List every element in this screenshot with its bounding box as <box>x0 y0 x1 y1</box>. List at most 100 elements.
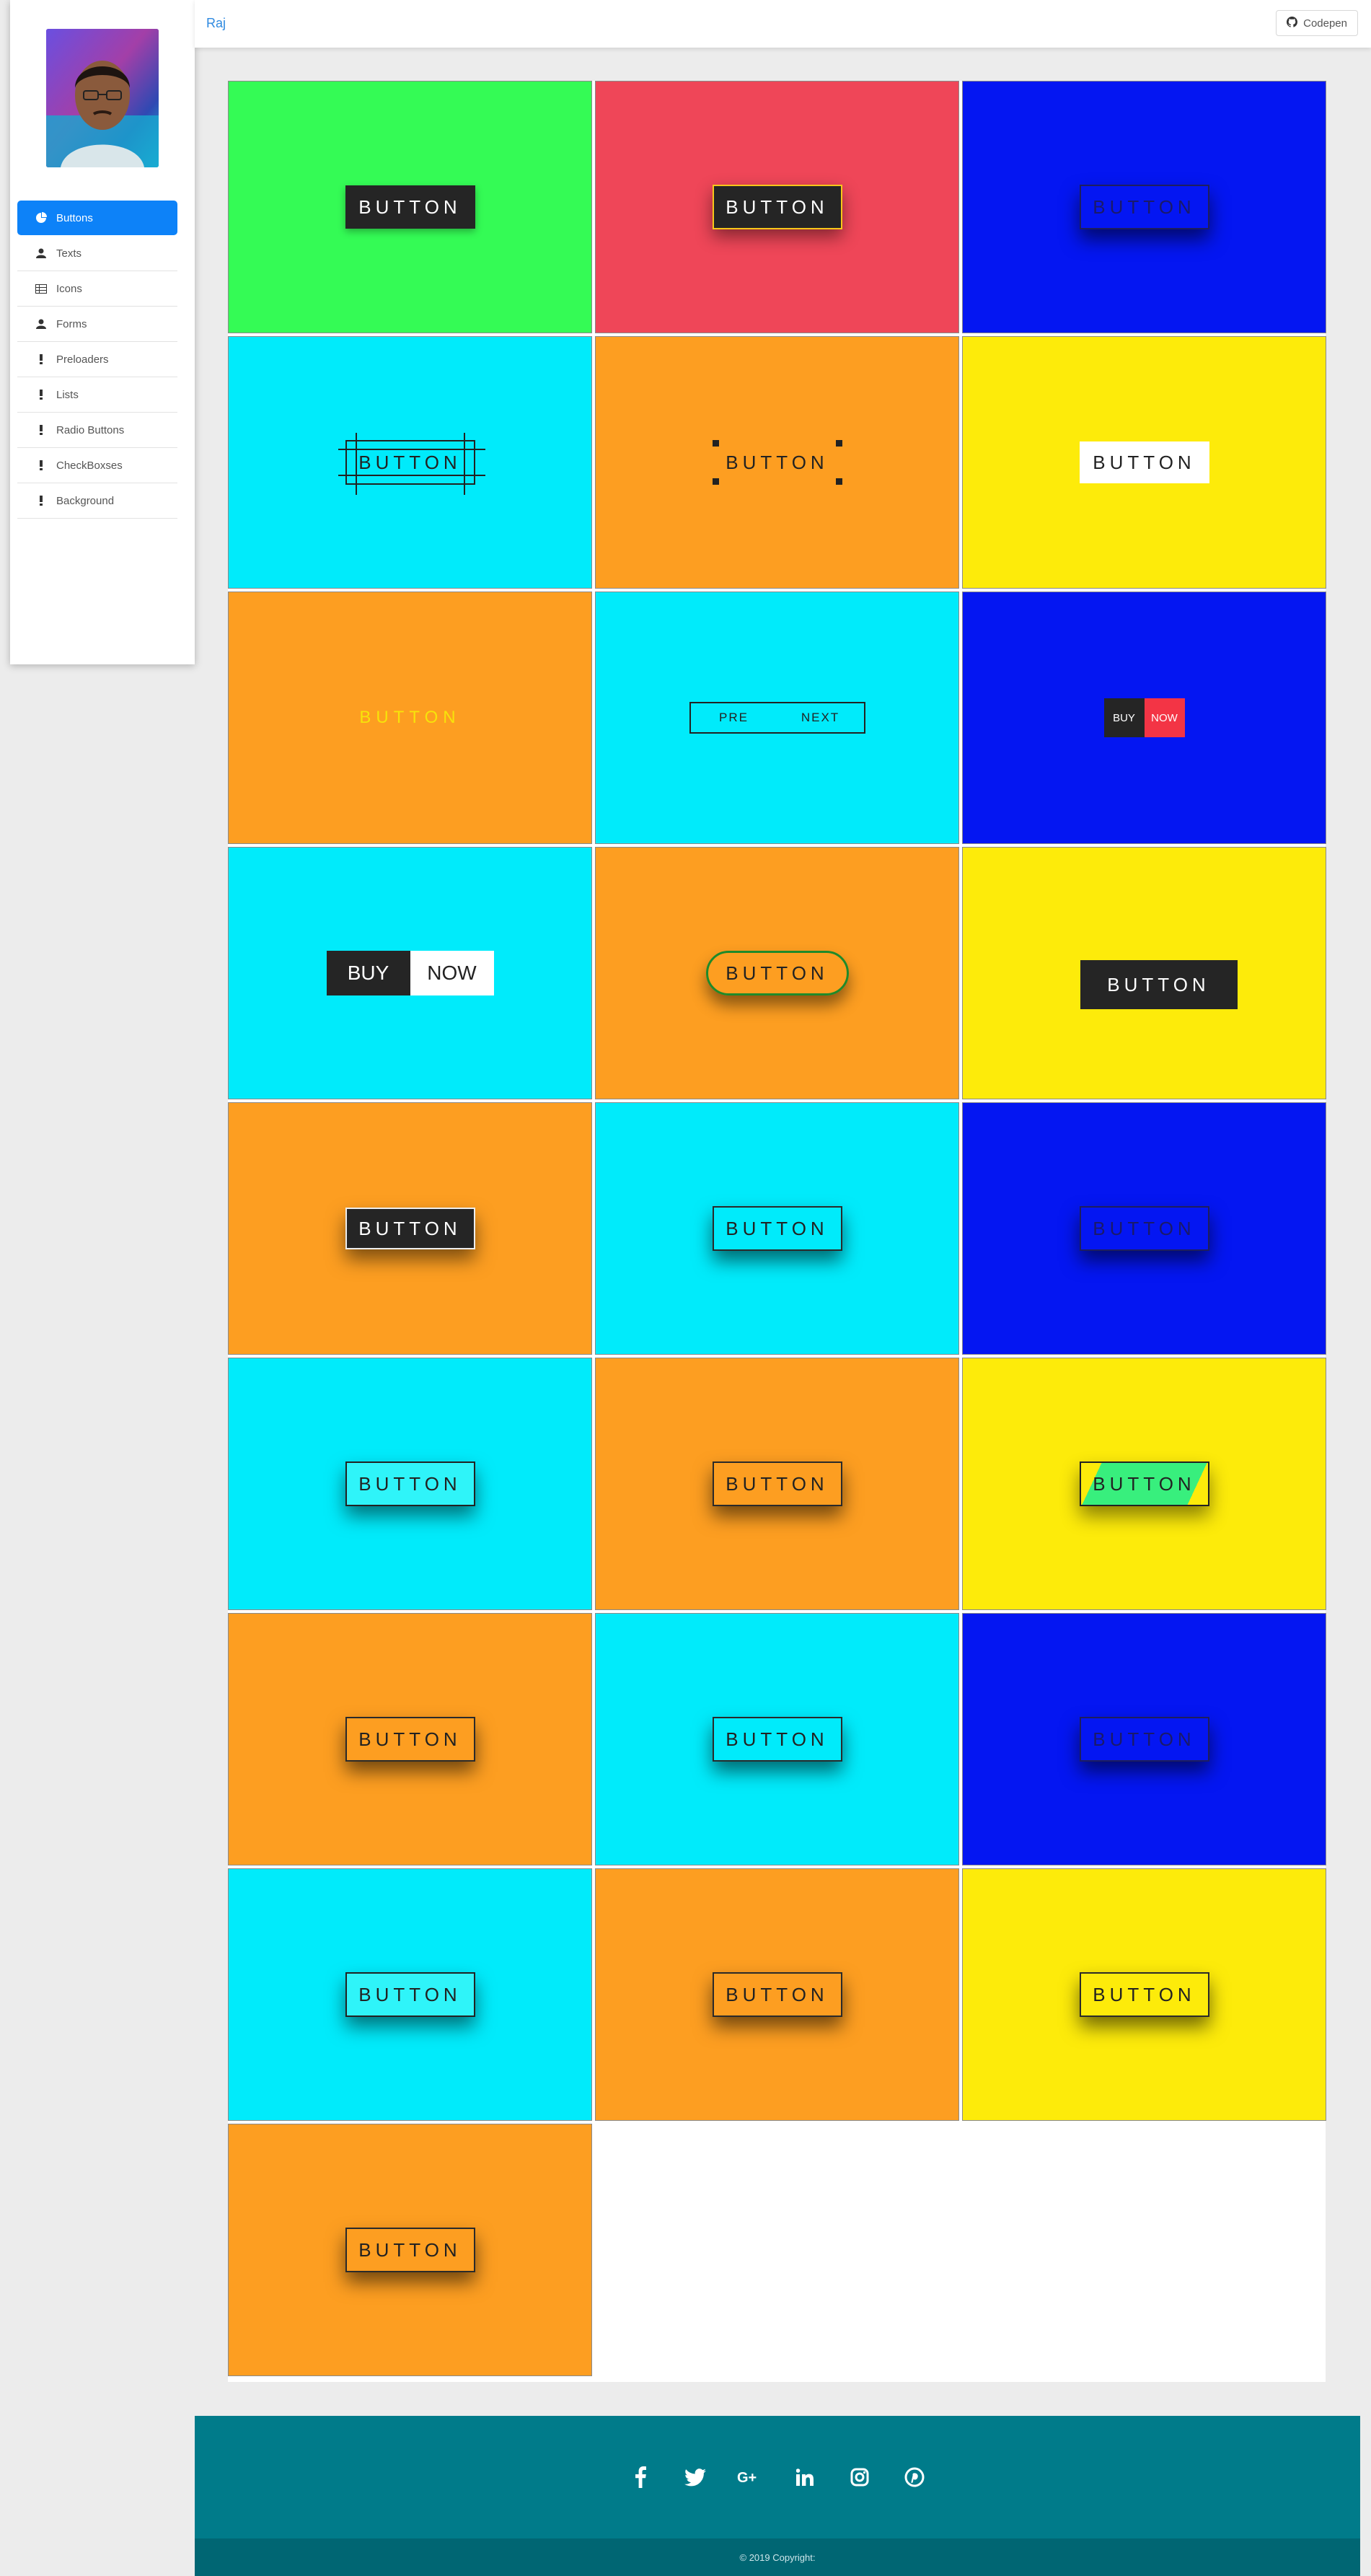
exclamation-icon <box>33 354 49 364</box>
sidebar-item-radio-buttons[interactable]: Radio Buttons <box>17 413 177 448</box>
demo-button[interactable]: BUTTON <box>1079 185 1209 229</box>
sidebar-item-label: CheckBoxses <box>56 459 123 472</box>
demo-button[interactable]: BUTTON <box>1079 1717 1209 1762</box>
instagram-icon[interactable] <box>845 2462 875 2492</box>
next-button[interactable]: NEXT <box>777 703 864 732</box>
twitter-icon[interactable] <box>680 2462 710 2492</box>
profile-photo <box>46 29 159 167</box>
demo-tile: BUTTON <box>228 1613 592 1865</box>
top-navbar: Raj Codepen <box>195 0 1371 48</box>
demo-tile: BUTTON <box>595 336 959 589</box>
demo-button[interactable]: BUTTON <box>712 440 842 485</box>
copyright-bar: © 2019 Copyright: <box>195 2538 1360 2576</box>
demo-button[interactable]: BUTTON <box>712 1717 842 1762</box>
brand-link[interactable]: Raj <box>206 16 226 31</box>
demo-button[interactable]: BUTTON <box>1079 1206 1209 1251</box>
sidebar-item-label: Forms <box>56 317 87 330</box>
demo-tile: BUTTON <box>228 1102 592 1355</box>
sidebar-item-buttons[interactable]: Buttons <box>17 201 177 235</box>
demo-button[interactable]: BUTTON <box>345 2228 475 2272</box>
sidebar: Buttons Texts Icons Forms Preloaders Lis… <box>10 0 195 664</box>
sidebar-item-label: Texts <box>56 247 82 260</box>
sidebar-item-checkboxes[interactable]: CheckBoxses <box>17 448 177 483</box>
button-label: BUTTON <box>358 451 462 473</box>
demo-tile: BUY NOW <box>228 847 592 1099</box>
demo-button[interactable]: BUTTON <box>359 708 460 728</box>
demo-tile: BUTTON <box>228 592 592 844</box>
buy-now-group: BUY NOW <box>326 951 494 995</box>
demo-button[interactable]: BUTTON <box>338 433 485 495</box>
demo-button[interactable]: BUTTON <box>345 1208 475 1249</box>
github-icon <box>1287 16 1298 30</box>
demo-button[interactable]: BUTTON <box>345 1461 475 1506</box>
user-icon <box>33 248 49 258</box>
demo-tile: BUTTON <box>228 336 592 589</box>
pinterest-icon[interactable] <box>899 2462 930 2492</box>
demo-button[interactable]: BUTTON <box>1079 441 1209 483</box>
demo-button[interactable]: BUTTON <box>1080 960 1238 1009</box>
demo-tile: BUTTON <box>228 1358 592 1610</box>
buy-button[interactable]: BUY <box>1103 698 1145 737</box>
demo-tile: BUTTON <box>595 1102 959 1355</box>
demo-tile: BUTTON <box>595 81 959 333</box>
demo-button[interactable]: BUTTON <box>705 951 849 995</box>
now-button[interactable]: NOW <box>410 951 494 995</box>
demo-button[interactable]: BUTTON <box>345 1972 475 2017</box>
sidebar-item-lists[interactable]: Lists <box>17 377 177 413</box>
demo-button[interactable]: BUTTON <box>712 1972 842 2017</box>
demo-tile: BUTTON <box>962 336 1326 589</box>
exclamation-icon <box>33 390 49 400</box>
now-button[interactable]: NOW <box>1144 698 1185 737</box>
pre-button[interactable]: PRE <box>691 703 777 732</box>
demo-button[interactable]: BUTTON <box>345 185 475 229</box>
exclamation-icon <box>33 496 49 506</box>
linkedin-icon[interactable] <box>790 2462 820 2492</box>
sidebar-item-forms[interactable]: Forms <box>17 307 177 342</box>
demo-tile: BUTTON <box>962 1613 1326 1865</box>
demo-button[interactable]: BUTTON <box>1079 1972 1209 2017</box>
buy-button[interactable]: BUY <box>326 951 410 995</box>
demo-tile: BUY NOW <box>962 592 1326 844</box>
table-icon <box>33 283 49 294</box>
demo-button[interactable]: BUTTON <box>712 1461 842 1506</box>
facebook-icon[interactable] <box>625 2462 656 2492</box>
exclamation-icon <box>33 425 49 435</box>
corner-marker <box>835 440 842 447</box>
sidebar-item-label: Preloaders <box>56 353 109 366</box>
cross-line <box>463 433 465 495</box>
copyright-text: © 2019 Copyright: <box>739 2551 816 2563</box>
button-label: BUTTON <box>726 451 829 473</box>
pie-chart-icon <box>33 212 49 224</box>
cross-line <box>355 433 357 495</box>
demo-tile: BUTTON <box>595 1613 959 1865</box>
footer: G+ © 2019 Copyright: <box>195 2416 1360 2576</box>
sidebar-item-label: Icons <box>56 282 82 295</box>
sidebar-item-label: Radio Buttons <box>56 423 125 436</box>
demo-button[interactable]: BUTTON <box>345 1717 475 1762</box>
sidebar-item-preloaders[interactable]: Preloaders <box>17 342 177 377</box>
demo-tile: BUTTON <box>962 1102 1326 1355</box>
user-icon <box>33 319 49 329</box>
sidebar-item-label: Lists <box>56 388 79 401</box>
demo-tile: BUTTON <box>962 1868 1326 2121</box>
codepen-label: Codepen <box>1303 17 1347 30</box>
demo-tile: BUTTON <box>962 1358 1326 1610</box>
social-links: G+ <box>195 2462 1360 2492</box>
demo-button[interactable]: BUTTON <box>1079 1461 1209 1506</box>
demo-button[interactable]: BUTTON <box>712 185 842 229</box>
sidebar-item-label: Buttons <box>56 211 93 224</box>
corner-marker <box>712 440 719 447</box>
sidebar-menu: Buttons Texts Icons Forms Preloaders Lis… <box>17 201 177 519</box>
sidebar-item-icons[interactable]: Icons <box>17 271 177 307</box>
demo-tile: BUTTON <box>595 847 959 1099</box>
exclamation-icon <box>33 460 49 470</box>
corner-marker <box>835 478 842 485</box>
sidebar-item-background[interactable]: Background <box>17 483 177 519</box>
codepen-button[interactable]: Codepen <box>1276 10 1358 36</box>
demo-button[interactable]: BUTTON <box>712 1206 842 1251</box>
demo-tile: BUTTON <box>595 1358 959 1610</box>
google-plus-icon[interactable]: G+ <box>735 2462 765 2492</box>
pagination-button-group: PRE NEXT <box>689 702 865 734</box>
buy-now-group: BUY NOW <box>1103 698 1185 737</box>
sidebar-item-texts[interactable]: Texts <box>17 236 177 271</box>
